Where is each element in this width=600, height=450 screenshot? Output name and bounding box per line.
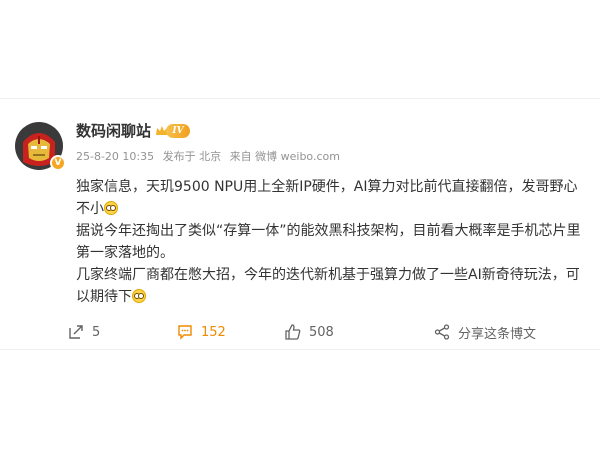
- verified-badge: V: [50, 155, 66, 171]
- repost-count: 5: [92, 324, 101, 340]
- like-button[interactable]: 508: [285, 322, 334, 342]
- source: 来自 微博 weibo.com: [229, 150, 340, 163]
- share-icon: [434, 324, 450, 340]
- timestamp[interactable]: 25-8-20 10:35: [76, 150, 154, 163]
- post-content: 独家信息，天玑9500 NPU用上全新IP硬件，AI算力对比前代直接翻倍，发哥野…: [76, 176, 588, 308]
- author-name[interactable]: 数码闲聊站: [76, 120, 151, 141]
- emoji-icon: [104, 201, 118, 215]
- location: 发布于 北京: [162, 150, 222, 163]
- comment-count: 152: [201, 324, 226, 340]
- post-meta: 25-8-20 10:35 发布于 北京 来自 微博 weibo.com: [76, 148, 345, 164]
- comment-button[interactable]: 152: [177, 322, 226, 342]
- paragraph-3: 几家终端厂商都在憋大招，今年的迭代新机基于强算力做了一些AI新奇待玩法，可以期待…: [76, 264, 588, 308]
- level-badge[interactable]: IV: [166, 124, 190, 138]
- comment-icon: [178, 325, 192, 340]
- paragraph-1-text: 独家信息，天玑9500 NPU用上全新IP硬件，AI算力对比前代直接翻倍，发哥野…: [76, 179, 578, 217]
- like-count: 508: [309, 324, 334, 340]
- emoji-icon: [132, 289, 146, 303]
- paragraph-1: 独家信息，天玑9500 NPU用上全新IP硬件，AI算力对比前代直接翻倍，发哥野…: [76, 176, 588, 220]
- paragraph-2: 据说今年还掏出了类似“存算一体”的能效黑科技架构，目前看大概率是手机芯片里第一家…: [76, 220, 588, 264]
- repost-icon: [69, 325, 83, 339]
- like-icon: [285, 324, 301, 340]
- paragraph-2-text: 据说今年还掏出了类似“存算一体”的能效黑科技架构，目前看大概率是手机芯片里第一家…: [76, 223, 581, 261]
- action-bar: 5 152 508 分享这条博文: [0, 318, 600, 346]
- share-button[interactable]: 分享这条博文: [434, 322, 536, 342]
- repost-button[interactable]: 5: [68, 322, 100, 342]
- paragraph-3-text: 几家终端厂商都在憋大招，今年的迭代新机基于强算力做了一些AI新奇待玩法，可以期待…: [76, 267, 580, 305]
- share-label: 分享这条博文: [458, 326, 537, 342]
